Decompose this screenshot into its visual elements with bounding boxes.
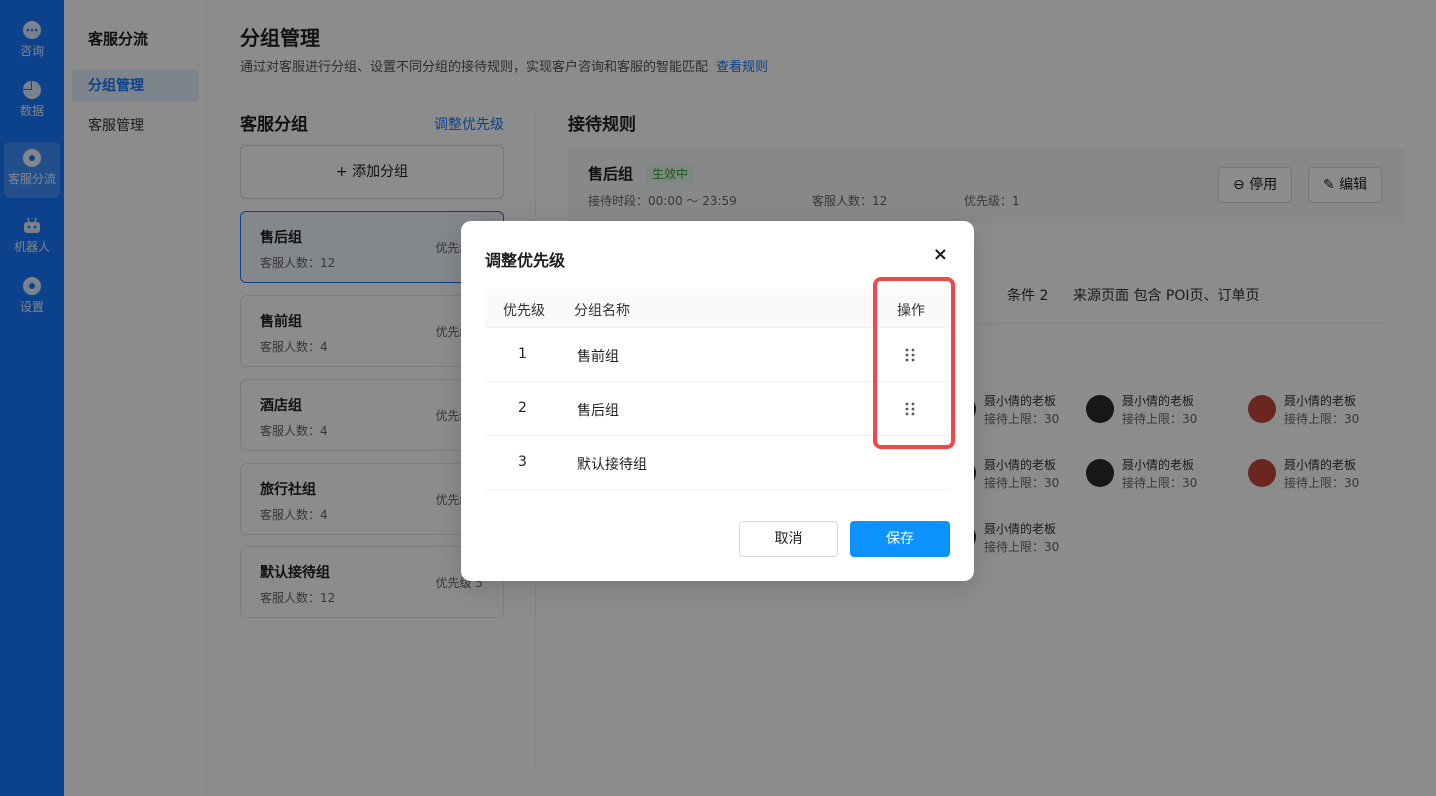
row-priority: 1 [518,346,527,362]
column-header-priority: 优先级 [503,303,545,319]
drag-handle-icon[interactable] [904,348,916,362]
close-icon[interactable]: × [933,245,948,265]
save-button[interactable]: 保存 [850,521,950,557]
adjust-priority-modal: 调整优先级 × 优先级 分组名称 操作 1 售前组 2 售后组 3 默认接待组 … [461,221,974,581]
cancel-button[interactable]: 取消 [739,521,838,557]
row-group-name: 默认接待组 [577,457,647,473]
row-priority: 3 [518,454,527,470]
row-group-name: 售后组 [577,403,619,419]
table-row: 3 默认接待组 [485,436,950,490]
drag-handle-icon[interactable] [904,402,916,416]
column-header-action: 操作 [897,303,925,319]
row-group-name: 售前组 [577,349,619,365]
column-header-name: 分组名称 [574,303,630,319]
row-priority: 2 [518,400,527,416]
table-row: 1 售前组 [485,328,950,382]
modal-title: 调整优先级 [485,251,566,270]
table-row: 2 售后组 [485,382,950,436]
table-header: 优先级 分组名称 操作 [485,289,950,328]
